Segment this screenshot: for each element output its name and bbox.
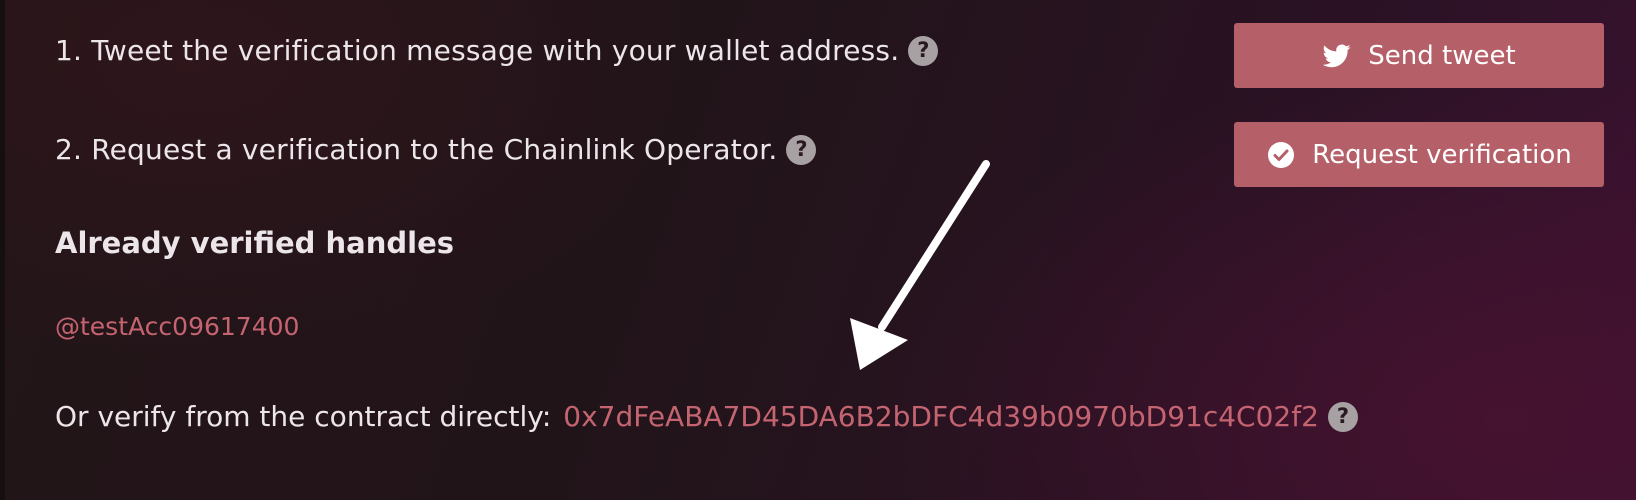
step-1-row: 1. Tweet the verification message with y… — [55, 34, 939, 67]
step-2-row: 2. Request a verification to the Chainli… — [55, 133, 817, 166]
question-circle-icon[interactable]: ? — [908, 35, 939, 66]
question-circle-icon[interactable]: ? — [1327, 401, 1358, 432]
verified-handles-heading: Already verified handles — [55, 226, 455, 260]
twitter-bird-icon — [1322, 41, 1352, 71]
request-verification-label: Request verification — [1312, 139, 1572, 170]
contract-address-link[interactable]: 0x7dFeABA7D45DA6B2bDFC4d39b0970bD91c4C02… — [563, 400, 1319, 433]
check-circle-icon — [1266, 140, 1296, 170]
step-1-text: 1. Tweet the verification message with y… — [55, 34, 900, 67]
send-tweet-button[interactable]: Send tweet — [1234, 23, 1604, 88]
question-circle-icon[interactable]: ? — [786, 134, 817, 165]
send-tweet-label: Send tweet — [1368, 40, 1516, 71]
contract-label: Or verify from the contract directly: — [55, 400, 552, 433]
contract-row: Or verify from the contract directly: 0x… — [55, 400, 1358, 433]
verified-handle-link[interactable]: @testAcc09617400 — [55, 312, 299, 341]
window-left-edge — [0, 0, 5, 500]
request-verification-button[interactable]: Request verification — [1234, 122, 1604, 187]
step-2-text: 2. Request a verification to the Chainli… — [55, 133, 778, 166]
